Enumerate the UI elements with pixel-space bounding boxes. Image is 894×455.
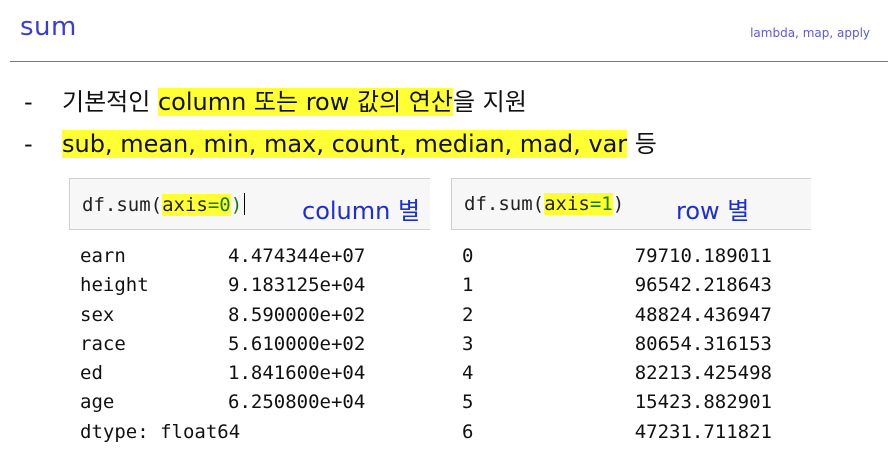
- output-value: 1.841600e+04: [228, 362, 366, 385]
- output-row: earn 4.474344e+07: [80, 242, 408, 271]
- bullet-item: - sub, mean, min, max, count, median, mad…: [24, 124, 657, 159]
- output-row: 6 47231.711821: [462, 418, 772, 447]
- output-row: 4 82213.425498: [462, 359, 772, 388]
- bullet-dash: -: [24, 130, 33, 158]
- output-row: 3 80654.316153: [462, 330, 772, 359]
- output-key: race: [80, 332, 126, 355]
- output-value: 8.590000e+02: [228, 303, 366, 326]
- output-row: 1 96542.218643: [462, 271, 772, 300]
- output-key: 5: [462, 391, 474, 414]
- output-key: 2: [462, 303, 474, 326]
- output-row: age 6.250800e+04: [80, 388, 408, 417]
- bullet-text: 을 지원: [452, 88, 527, 116]
- code-arg-value: 1: [601, 193, 613, 215]
- output-key: 1: [462, 274, 474, 297]
- code-arg-highlight: axis=1: [544, 193, 613, 215]
- code-cell-axis1[interactable]: df.sum(axis=1) row 별: [451, 178, 811, 230]
- output-key: 3: [462, 332, 474, 355]
- output-key: 4: [462, 362, 474, 385]
- code-input[interactable]: df.sum(axis=0): [82, 193, 246, 216]
- output-dtype: dtype: float64: [80, 420, 241, 443]
- output-key: height: [80, 274, 149, 297]
- output-value: 5.610000e+02: [228, 332, 366, 355]
- bullet-item: - 기본적인 column 또는 row 값의 연산을 지원: [24, 82, 527, 117]
- output-key: ed: [80, 362, 103, 385]
- output-value: 79710.189011: [634, 245, 772, 267]
- cell-caption: column 별: [302, 197, 421, 225]
- output-value: 6.250800e+04: [228, 391, 366, 414]
- output-key: earn: [80, 245, 126, 267]
- code-paren: ): [612, 193, 625, 215]
- output-axis0: earn 4.474344e+07 height 9.183125e+04 sex 8…: [80, 242, 408, 447]
- slide-subtitle: lambda, map, apply: [750, 26, 870, 40]
- output-row: sex 8.590000e+02: [80, 301, 408, 330]
- output-key: sex: [80, 303, 115, 326]
- code-func: df.sum(: [464, 193, 545, 215]
- bullet-dash: -: [24, 88, 33, 116]
- output-value: 15423.882901: [634, 391, 772, 414]
- output-value: 96542.218643: [634, 274, 772, 297]
- output-key: age: [80, 391, 115, 414]
- code-arg-name: axis: [162, 194, 208, 216]
- output-axis1: 0 79710.189011 1 96542.218643 2 48824.43694…: [462, 242, 772, 447]
- output-key: 0: [462, 245, 474, 267]
- output-value: 4.474344e+07: [228, 245, 366, 267]
- slide-title: sum: [20, 12, 77, 42]
- output-row: ed 1.841600e+04: [80, 359, 408, 388]
- output-row: 0 79710.189011: [462, 242, 772, 271]
- code-arg-value: 0: [219, 194, 231, 216]
- cell-caption: row 별: [676, 197, 750, 225]
- code-paren: ): [230, 194, 243, 216]
- text-cursor: [244, 193, 246, 215]
- output-value: 82213.425498: [634, 362, 772, 385]
- output-key: 6: [462, 420, 474, 443]
- output-row: race 5.610000e+02: [80, 330, 408, 359]
- title-divider: [10, 61, 888, 62]
- code-input[interactable]: df.sum(axis=1): [464, 193, 624, 215]
- code-arg-highlight: axis=0: [162, 194, 231, 216]
- code-arg-name: axis: [544, 193, 590, 215]
- code-arg-eq: =: [207, 194, 220, 216]
- bullet-highlight: sub, mean, min, max, count, median, mad,…: [62, 130, 628, 158]
- code-cell-axis0[interactable]: df.sum(axis=0) column 별: [69, 178, 430, 230]
- bullet-highlight: column 또는 row 값의 연산: [157, 88, 453, 116]
- output-row: 5 15423.882901: [462, 388, 772, 417]
- output-value: 9.183125e+04: [228, 274, 366, 297]
- output-row: 2 48824.436947: [462, 301, 772, 330]
- output-value: 48824.436947: [634, 303, 772, 326]
- output-row: height 9.183125e+04: [80, 271, 408, 300]
- code-func: df.sum(: [82, 194, 163, 216]
- code-arg-eq: =: [589, 193, 602, 215]
- output-value: 47231.711821: [634, 420, 772, 443]
- output-value: 80654.316153: [634, 332, 772, 355]
- bullet-text: 기본적인: [62, 88, 158, 116]
- bullet-text: 등: [627, 130, 657, 158]
